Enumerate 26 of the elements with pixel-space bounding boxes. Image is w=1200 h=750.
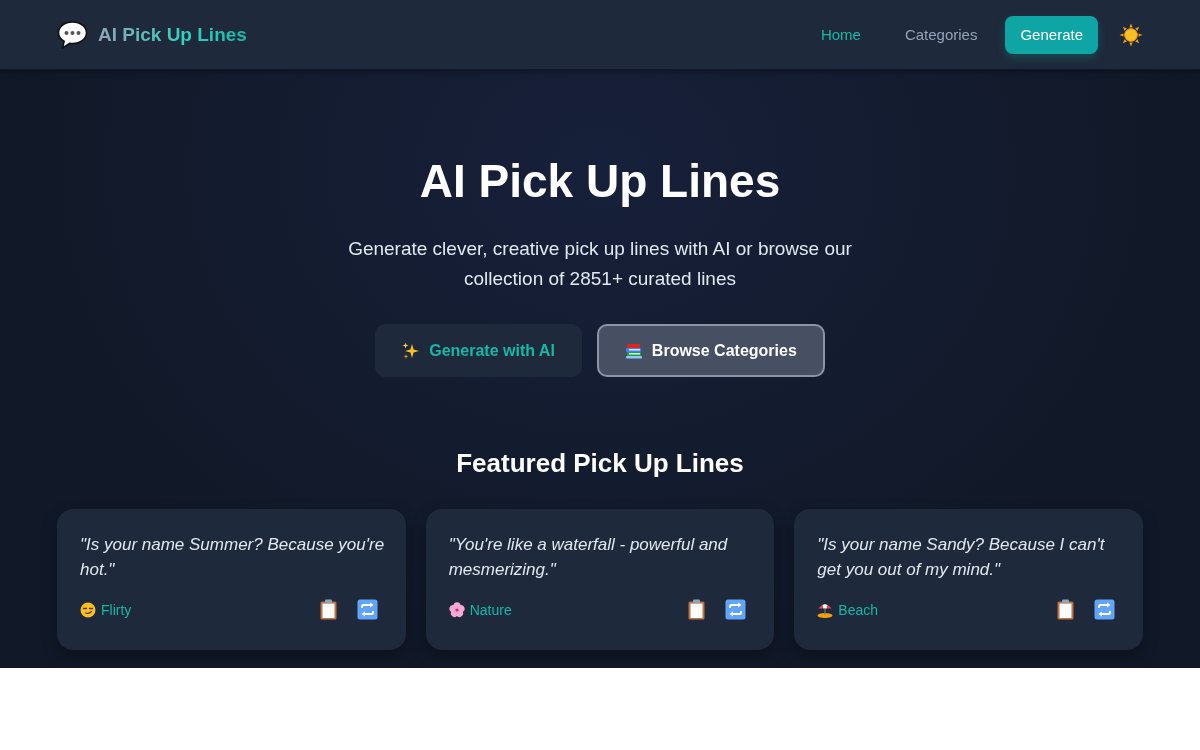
pickup-line-quote: "Is your name Sandy? Because I can't get you out of my mind." — [817, 534, 1106, 581]
hero-title: AI Pick Up Lines — [419, 154, 781, 208]
nav-link[interactable]: Home — [800, 18, 881, 51]
hero-subtitle: Generate clever, creative pick up lines with AI or browse our collection of 2851+ curated lines — [347, 237, 853, 291]
copy-clipboard-icon[interactable] — [686, 599, 708, 620]
browse-categories-button[interactable]: Browse Categories — [596, 324, 825, 377]
copy-clipboard-icon[interactable] — [1055, 599, 1076, 620]
repeat-arrows-icon[interactable] — [1094, 599, 1115, 620]
smirking-face-icon — [80, 601, 96, 618]
category-label: Nature — [469, 601, 512, 618]
generate-with-ai-button[interactable]: Generate with AI — [375, 324, 582, 377]
beach-umbrella-icon — [817, 601, 834, 618]
section-heading: Featured Pick Up Lines — [456, 447, 744, 479]
blossom-icon — [448, 601, 465, 618]
generate-button[interactable]: Generate — [1005, 15, 1098, 54]
category-label: Beach — [838, 601, 879, 618]
books-icon — [624, 342, 643, 359]
speech-bubble-icon — [57, 20, 88, 49]
repeat-arrows-icon[interactable] — [725, 599, 747, 620]
pickup-line-quote: "You're like a waterfall - powerful and mesmerizing." — [448, 534, 729, 581]
repeat-arrows-icon[interactable] — [356, 599, 378, 620]
category-label: Flirty — [101, 601, 132, 618]
sun-icon — [1119, 22, 1143, 47]
theme-toggle-button[interactable] — [1119, 22, 1143, 47]
nav-link[interactable]: Categories — [884, 18, 998, 51]
pickup-line-quote: "Is your name Summer? Because you're hot." — [80, 534, 386, 581]
